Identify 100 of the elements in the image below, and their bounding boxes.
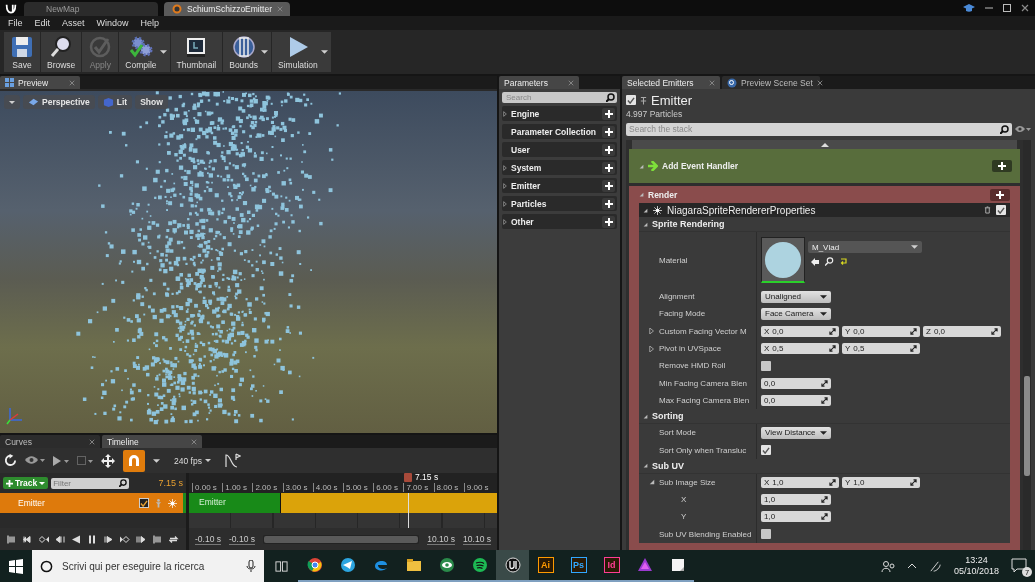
checkbox[interactable] — [761, 445, 771, 455]
viewport-menu-button[interactable] — [4, 95, 20, 109]
add-button[interactable] — [602, 143, 615, 156]
minimize-icon[interactable] — [985, 4, 993, 12]
category-label[interactable]: Emitter — [508, 180, 601, 191]
play-icon[interactable] — [53, 455, 69, 466]
trash-icon[interactable] — [984, 206, 991, 214]
category-label[interactable]: Parameter Collection — [503, 126, 601, 137]
close-icon[interactable] — [568, 79, 574, 86]
fps-dropdown[interactable]: 240 fps — [168, 454, 217, 467]
collapse-arrow-icon[interactable] — [639, 192, 644, 197]
eye-icon[interactable] — [25, 454, 45, 467]
number-field[interactable]: X 0,5 — [761, 343, 839, 355]
panel-tab[interactable]: Timeline — [102, 435, 202, 448]
category-row[interactable]: User — [502, 142, 617, 157]
dropdown[interactable]: Face Camera — [761, 307, 831, 320]
move-icon[interactable] — [101, 453, 115, 468]
category-label[interactable]: Particles — [508, 198, 601, 209]
collapse-arrow-icon[interactable] — [643, 463, 648, 469]
view-start[interactable]: -0.10 s — [229, 533, 255, 545]
menu-item[interactable]: Help — [134, 18, 166, 28]
eye-icon[interactable] — [1015, 125, 1031, 133]
number-field[interactable]: 1,0 — [761, 511, 831, 523]
people-icon[interactable] — [880, 559, 895, 573]
close-icon[interactable] — [89, 438, 95, 445]
menu-item[interactable]: Edit — [28, 18, 57, 28]
panel-tab[interactable]: Curves — [0, 435, 100, 448]
expand-arrow-icon[interactable] — [503, 218, 507, 225]
add-key-icon[interactable] — [39, 534, 50, 544]
close-icon[interactable] — [1021, 4, 1029, 12]
asset-dropdown[interactable]: M_Vlad — [808, 241, 922, 253]
close-icon[interactable] — [69, 79, 75, 86]
close-icon[interactable] — [816, 79, 823, 86]
network-icon[interactable] — [928, 559, 942, 573]
category-row[interactable]: Particles — [502, 196, 617, 211]
windows-logo-icon[interactable] — [9, 558, 23, 574]
collapse-arrow-icon[interactable] — [643, 221, 648, 227]
pin-icon[interactable] — [640, 95, 647, 105]
menu-item[interactable]: Asset — [56, 18, 91, 28]
dropdown[interactable]: View Distance — [761, 426, 831, 439]
chevron-up-icon[interactable] — [906, 562, 917, 570]
expand-arrow-icon[interactable] — [503, 200, 507, 207]
refresh-icon[interactable] — [4, 454, 17, 467]
number-field[interactable]: X 0,0 — [761, 325, 839, 337]
expand-arrow-icon[interactable] — [649, 328, 655, 335]
number-field[interactable]: Y 0,0 — [842, 325, 920, 337]
graduation-cap-icon[interactable] — [963, 3, 975, 13]
pause-icon[interactable] — [87, 534, 98, 544]
document-tab[interactable]: NewMap — [24, 2, 158, 16]
category-label[interactable]: Other — [508, 216, 601, 227]
play-reverse-icon[interactable] — [71, 534, 82, 544]
close-icon[interactable] — [709, 79, 715, 86]
filter-field[interactable]: Filter — [51, 477, 130, 489]
previous-key-icon[interactable] — [23, 534, 34, 544]
view-end[interactable]: 10.10 s — [427, 533, 456, 545]
add-button[interactable] — [602, 179, 615, 192]
add-button[interactable] — [602, 161, 615, 174]
maximize-icon[interactable] — [1003, 4, 1011, 12]
panel-tab[interactable]: Selected Emitters — [622, 76, 720, 89]
add-track-button[interactable]: Track — [3, 477, 49, 489]
arrow-left-icon[interactable] — [811, 257, 819, 266]
viewport-button[interactable]: Show — [135, 95, 168, 109]
caret-icon[interactable] — [261, 50, 269, 54]
task-view-icon[interactable] — [274, 559, 288, 573]
selection-icon[interactable] — [77, 455, 93, 466]
add-button[interactable] — [602, 107, 615, 120]
step-forward-icon[interactable] — [104, 534, 115, 544]
taskbar-app[interactable]: Id — [595, 550, 628, 582]
next-key-icon[interactable] — [120, 534, 131, 544]
panel-tab[interactable]: Parameters — [499, 76, 579, 89]
category-row[interactable]: Engine — [502, 106, 617, 121]
checkbox[interactable] — [761, 360, 771, 371]
taskbar-app[interactable]: Ai — [529, 550, 562, 582]
add-button[interactable] — [602, 125, 615, 138]
add-button[interactable] — [602, 197, 615, 210]
caret-icon[interactable] — [320, 50, 328, 54]
timeline-scrollbar[interactable] — [263, 534, 420, 544]
close-icon[interactable] — [191, 438, 197, 445]
collapse-arrow-icon[interactable] — [643, 207, 648, 213]
expand-arrow-icon[interactable] — [503, 182, 507, 189]
collapse-arrow-icon[interactable] — [643, 413, 648, 419]
category-row[interactable]: Emitter — [502, 178, 617, 193]
panel-tab[interactable]: Preview — [0, 76, 80, 89]
range-start[interactable]: -0.10 s — [195, 533, 221, 545]
snap-toggle[interactable] — [123, 449, 145, 472]
caret-icon[interactable] — [159, 50, 167, 54]
category-row[interactable]: Other — [502, 214, 617, 229]
search-field[interactable]: Scrivi qui per eseguire la ricerca — [32, 550, 264, 582]
menu-item[interactable]: File — [2, 18, 29, 28]
add-button[interactable] — [992, 160, 1012, 172]
number-field[interactable]: X 1,0 — [761, 476, 839, 488]
step-end-icon[interactable] — [136, 534, 147, 544]
panel-tab[interactable]: Preview Scene Set — [722, 76, 820, 89]
number-field[interactable]: 1,0 — [761, 494, 831, 506]
search-field[interactable]: Search the stack — [626, 122, 1012, 136]
clock[interactable]: 13:24 05/10/2018 — [953, 555, 999, 577]
curve-flag-icon[interactable] — [224, 452, 241, 469]
search-icon[interactable] — [606, 93, 615, 102]
number-field[interactable]: 0,0 — [761, 394, 831, 406]
microphone-icon[interactable] — [246, 560, 256, 572]
